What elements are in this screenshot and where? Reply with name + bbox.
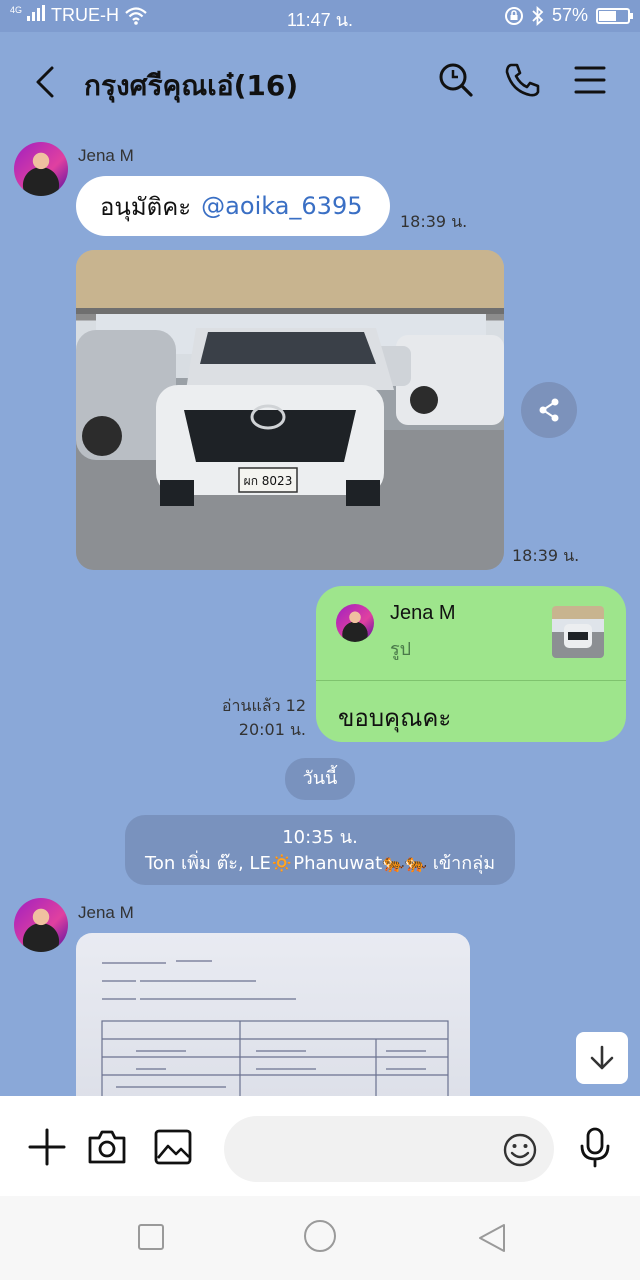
read-count: อ่านแล้ว 12 xyxy=(221,696,306,715)
sender-name: Jena M xyxy=(78,146,134,165)
share-button[interactable] xyxy=(521,382,577,438)
system-message: 10:35 น. Ton เพิ่ม ต๊ะ, LE🔅Phanuwat🐅🐅 เข… xyxy=(125,815,515,885)
reply-sender: Jena M xyxy=(390,602,456,624)
back-icon[interactable] xyxy=(30,60,66,104)
message-text: อนุมัติคะ xyxy=(100,192,192,221)
phone-icon[interactable] xyxy=(502,60,542,100)
home-icon[interactable] xyxy=(302,1218,338,1254)
reply-type: รูป xyxy=(390,639,412,660)
message-bubble[interactable]: อนุมัติคะ @aoika_6395 xyxy=(76,176,390,236)
document-photo-image xyxy=(101,960,449,1113)
message-time: 18:39 น. xyxy=(400,212,468,231)
rotation-lock-icon xyxy=(504,6,523,25)
status-right: 57% xyxy=(504,5,633,26)
message-text: ขอบคุณคะ xyxy=(338,704,452,732)
reply-thumbnail[interactable] xyxy=(552,606,604,658)
battery-percent: 57% xyxy=(551,5,588,25)
mention-link[interactable]: @aoika_6395 xyxy=(201,192,362,220)
arrow-down-icon xyxy=(590,1045,614,1070)
read-receipt: อ่านแล้ว 12 20:01 น. xyxy=(200,694,306,742)
message-input-bar xyxy=(0,1096,640,1196)
battery-level xyxy=(599,10,617,21)
chat-header: กรุงศรีคุณเอ๋(16) xyxy=(0,32,640,132)
scroll-to-bottom-button[interactable] xyxy=(576,1032,628,1084)
menu-icon[interactable] xyxy=(570,60,610,100)
message-time: 18:39 น. xyxy=(512,546,580,565)
system-time: 10:35 น. xyxy=(282,827,358,848)
my-message-bubble[interactable]: Jena M รูป ขอบคุณคะ xyxy=(316,586,626,742)
bluetooth-icon xyxy=(532,5,544,26)
date-divider: วันนี้ xyxy=(285,758,355,800)
plus-icon[interactable] xyxy=(26,1126,68,1168)
image-icon[interactable] xyxy=(152,1126,194,1168)
back-nav-icon[interactable] xyxy=(476,1222,508,1254)
search-icon[interactable] xyxy=(436,60,476,100)
avatar[interactable] xyxy=(14,142,68,196)
share-icon xyxy=(539,398,559,422)
emoji-icon[interactable] xyxy=(502,1132,538,1168)
message-time: 20:01 น. xyxy=(238,720,306,739)
system-text: Ton เพิ่ม ต๊ะ, LE🔅Phanuwat🐅🐅 เข้ากลุ่ม xyxy=(144,853,496,874)
status-bar: 4G TRUE-H 11:47 น. 57% xyxy=(0,0,640,32)
avatar[interactable] xyxy=(14,898,68,952)
chat-title: กรุงศรีคุณเอ๋(16) xyxy=(84,69,299,102)
car-photo-image: ผก 8023 xyxy=(76,250,504,570)
reply-divider xyxy=(316,680,626,681)
camera-icon[interactable] xyxy=(86,1126,128,1168)
microphone-icon[interactable] xyxy=(574,1126,616,1168)
document-photo[interactable] xyxy=(76,933,470,1113)
car-photo[interactable]: ผก 8023 xyxy=(76,250,504,570)
license-plate-text: ผก 8023 xyxy=(244,474,293,488)
system-nav-bar xyxy=(0,1196,640,1280)
battery-icon xyxy=(596,7,633,24)
recents-icon[interactable] xyxy=(136,1222,166,1252)
reply-avatar xyxy=(336,604,374,642)
sender-name: Jena M xyxy=(78,903,134,922)
